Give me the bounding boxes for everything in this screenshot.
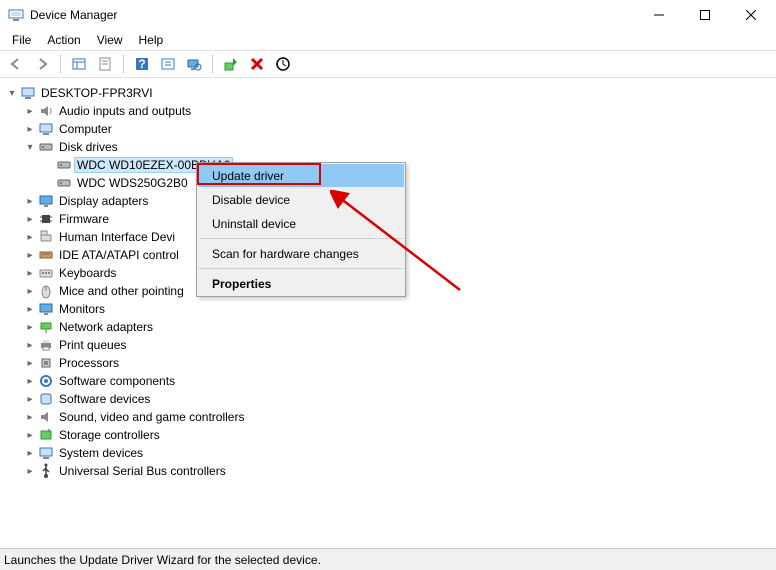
menu-file[interactable]: File: [4, 31, 39, 49]
ctx-properties[interactable]: Properties: [198, 272, 404, 295]
software-icon: [38, 391, 54, 407]
tree-category-usb[interactable]: ▸Universal Serial Bus controllers: [0, 462, 776, 480]
tree-category-print[interactable]: ▸Print queues: [0, 336, 776, 354]
chevron-right-icon[interactable]: ▸: [24, 394, 36, 405]
window-title: Device Manager: [30, 8, 636, 22]
printer-icon: [38, 337, 54, 353]
chevron-right-icon[interactable]: ▸: [24, 250, 36, 261]
tree-category-audio[interactable]: ▸Audio inputs and outputs: [0, 102, 776, 120]
ctx-disable-device[interactable]: Disable device: [198, 188, 404, 211]
menu-help[interactable]: Help: [131, 31, 172, 49]
tree-category-swcomp[interactable]: ▸Software components: [0, 372, 776, 390]
help-button[interactable]: ?: [130, 52, 154, 76]
chevron-down-icon[interactable]: ▾: [24, 142, 36, 153]
chevron-right-icon[interactable]: ▸: [24, 340, 36, 351]
chevron-right-icon[interactable]: ▸: [24, 412, 36, 423]
menu-view[interactable]: View: [89, 31, 131, 49]
chevron-down-icon[interactable]: ▾: [6, 88, 18, 99]
mouse-icon: [38, 283, 54, 299]
show-hide-button[interactable]: [67, 52, 91, 76]
tree-category-swdev[interactable]: ▸Software devices: [0, 390, 776, 408]
tree-root-label: DESKTOP-FPR3RVI: [39, 86, 155, 100]
tree-root[interactable]: ▾ DESKTOP-FPR3RVI: [0, 84, 776, 102]
ctx-separator: [199, 268, 403, 269]
device-tree[interactable]: ▾ DESKTOP-FPR3RVI ▸Audio inputs and outp…: [0, 80, 776, 548]
ctx-separator: [199, 238, 403, 239]
properties-button[interactable]: [93, 52, 117, 76]
speaker-icon: [38, 409, 54, 425]
context-menu: Update driver Disable device Uninstall d…: [196, 162, 406, 297]
disk-icon: [38, 139, 54, 155]
ctx-scan-hardware[interactable]: Scan for hardware changes: [198, 242, 404, 265]
monitor-icon: [38, 301, 54, 317]
menubar: File Action View Help: [0, 30, 776, 50]
tree-category-storage[interactable]: ▸Storage controllers: [0, 426, 776, 444]
disable-button[interactable]: [271, 52, 295, 76]
tree-category-system[interactable]: ▸System devices: [0, 444, 776, 462]
titlebar: Device Manager: [0, 0, 776, 30]
chevron-right-icon[interactable]: ▸: [24, 304, 36, 315]
chevron-right-icon[interactable]: ▸: [24, 448, 36, 459]
chevron-right-icon[interactable]: ▸: [24, 106, 36, 117]
tree-category-sound[interactable]: ▸Sound, video and game controllers: [0, 408, 776, 426]
network-icon: [38, 319, 54, 335]
forward-button[interactable]: [30, 52, 54, 76]
tree-category-monitors[interactable]: ▸Monitors: [0, 300, 776, 318]
chevron-right-icon[interactable]: ▸: [24, 322, 36, 333]
chevron-right-icon[interactable]: ▸: [24, 124, 36, 135]
chevron-right-icon[interactable]: ▸: [24, 286, 36, 297]
chevron-right-icon[interactable]: ▸: [24, 268, 36, 279]
speaker-icon: [38, 103, 54, 119]
chevron-right-icon[interactable]: ▸: [24, 232, 36, 243]
action-button[interactable]: [156, 52, 180, 76]
tree-category-network[interactable]: ▸Network adapters: [0, 318, 776, 336]
chip-icon: [38, 211, 54, 227]
chevron-right-icon[interactable]: ▸: [24, 358, 36, 369]
update-driver-button[interactable]: [219, 52, 243, 76]
menu-action[interactable]: Action: [39, 31, 88, 49]
minimize-button[interactable]: [636, 0, 682, 30]
close-button[interactable]: [728, 0, 774, 30]
storage-icon: [38, 427, 54, 443]
hid-icon: [38, 229, 54, 245]
computer-icon: [20, 85, 36, 101]
app-icon: [8, 7, 24, 23]
uninstall-button[interactable]: [245, 52, 269, 76]
tree-category-disk[interactable]: ▾Disk drives: [0, 138, 776, 156]
cpu-icon: [38, 355, 54, 371]
computer-icon: [38, 121, 54, 137]
disk-icon: [56, 175, 72, 191]
ctx-update-driver[interactable]: Update driver: [198, 164, 404, 187]
toolbar: ?: [0, 50, 776, 78]
monitor-icon: [38, 193, 54, 209]
tree-category-processors[interactable]: ▸Processors: [0, 354, 776, 372]
chevron-right-icon[interactable]: ▸: [24, 196, 36, 207]
tree-category-computer[interactable]: ▸Computer: [0, 120, 776, 138]
chevron-right-icon[interactable]: ▸: [24, 214, 36, 225]
status-text: Launches the Update Driver Wizard for th…: [4, 553, 321, 567]
chevron-right-icon[interactable]: ▸: [24, 430, 36, 441]
keyboard-icon: [38, 265, 54, 281]
disk-icon: [56, 157, 72, 173]
system-icon: [38, 445, 54, 461]
chevron-right-icon[interactable]: ▸: [24, 376, 36, 387]
svg-text:?: ?: [138, 57, 145, 71]
scan-hardware-button[interactable]: [182, 52, 206, 76]
usb-icon: [38, 463, 54, 479]
component-icon: [38, 373, 54, 389]
chevron-right-icon[interactable]: ▸: [24, 466, 36, 477]
ide-icon: [38, 247, 54, 263]
back-button[interactable]: [4, 52, 28, 76]
window-controls: [636, 0, 774, 30]
maximize-button[interactable]: [682, 0, 728, 30]
statusbar: Launches the Update Driver Wizard for th…: [0, 548, 776, 570]
ctx-uninstall-device[interactable]: Uninstall device: [198, 212, 404, 235]
